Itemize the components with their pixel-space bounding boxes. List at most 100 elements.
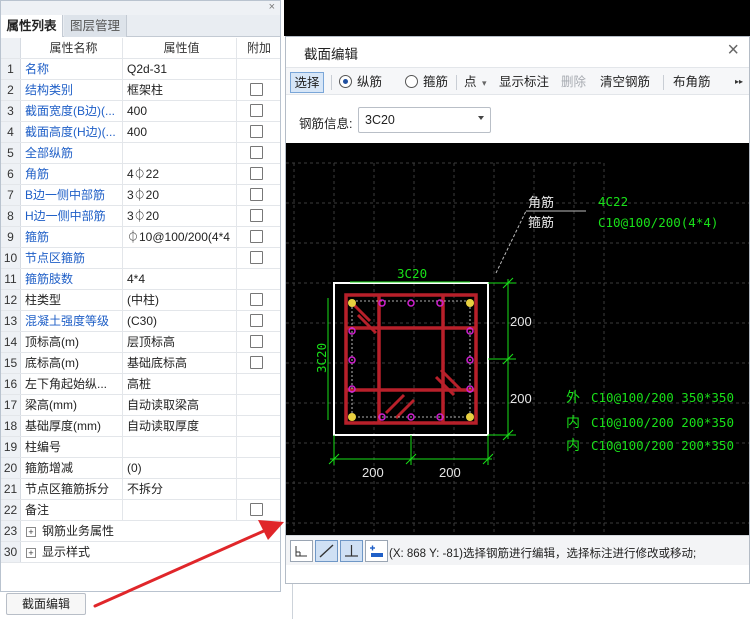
- attach-checkbox[interactable]: [250, 83, 263, 96]
- property-value[interactable]: [124, 437, 237, 457]
- attach-checkbox[interactable]: [250, 146, 263, 159]
- dim-right-top[interactable]: 200: [510, 314, 532, 329]
- attach-checkbox[interactable]: [250, 104, 263, 117]
- property-value[interactable]: 基础底标高: [124, 353, 237, 373]
- property-value[interactable]: [124, 143, 237, 163]
- table-row[interactable]: 22 备注: [1, 500, 280, 521]
- close-icon[interactable]: ×: [727, 39, 739, 61]
- expand-icon[interactable]: +: [26, 547, 36, 558]
- table-row[interactable]: 19 柱编号: [1, 437, 280, 458]
- attach-checkbox[interactable]: [250, 251, 263, 264]
- property-name: 柱编号: [22, 437, 123, 457]
- ortho-toggle[interactable]: [290, 540, 313, 562]
- property-value[interactable]: 层顶标高: [124, 332, 237, 352]
- left-rebar-label[interactable]: 3C20: [314, 343, 329, 373]
- property-value[interactable]: 自动读取梁高: [124, 395, 237, 415]
- table-row[interactable]: 7 B边一侧中部筋 3⏀20: [1, 185, 280, 206]
- table-row[interactable]: 10 节点区箍筋: [1, 248, 280, 269]
- property-value[interactable]: 不拆分: [124, 479, 237, 499]
- dim-bottom-right[interactable]: 200: [439, 465, 461, 480]
- property-value[interactable]: [124, 248, 237, 268]
- attach-checkbox[interactable]: [250, 188, 263, 201]
- dim-right-bottom[interactable]: 200: [510, 391, 532, 406]
- table-row[interactable]: 9 箍筋 ⏀10@100/200(4*4: [1, 227, 280, 248]
- table-row[interactable]: 11 箍筋肢数 4*4: [1, 269, 280, 290]
- delete-button[interactable]: 删除: [561, 72, 586, 93]
- polar-toggle[interactable]: [315, 540, 338, 562]
- attach-checkbox[interactable]: [250, 209, 263, 222]
- cover-line: [351, 300, 471, 418]
- point-dropdown[interactable]: 点 ▾: [464, 72, 487, 93]
- table-row[interactable]: 18 基础厚度(mm) 自动读取厚度: [1, 416, 280, 437]
- longitudinal-radio[interactable]: 纵筋: [339, 72, 382, 93]
- right-dimension-lines: [488, 277, 516, 441]
- attach-checkbox[interactable]: [250, 503, 263, 516]
- property-value[interactable]: 框架柱: [124, 80, 237, 100]
- inner-stirrup-value-1[interactable]: C10@100/200 200*350: [591, 415, 734, 430]
- property-value[interactable]: 3⏀20: [124, 185, 237, 205]
- table-row[interactable]: 16 左下角起始纵... 高桩: [1, 374, 280, 395]
- section-canvas[interactable]: 角筋 箍筋 4C22 C10@100/200(4*4) 3C20 3C20 20…: [286, 143, 749, 535]
- property-value[interactable]: 自动读取厚度: [124, 416, 237, 436]
- table-row[interactable]: 1 名称 Q2d-31: [1, 59, 280, 80]
- attach-checkbox[interactable]: [250, 293, 263, 306]
- property-value[interactable]: (中柱): [124, 290, 237, 310]
- attach-checkbox[interactable]: [250, 314, 263, 327]
- expand-icon[interactable]: +: [26, 526, 36, 537]
- attach-checkbox[interactable]: [250, 335, 263, 348]
- inner-stirrup-value-2[interactable]: C10@100/200 200*350: [591, 438, 734, 453]
- attach-checkbox[interactable]: [250, 167, 263, 180]
- property-value[interactable]: 4*4: [124, 269, 237, 289]
- more-tools-icon[interactable]: ▸▸: [735, 72, 743, 93]
- attach-cell: [238, 500, 280, 520]
- table-row[interactable]: 17 梁高(mm) 自动读取梁高: [1, 395, 280, 416]
- table-row[interactable]: 23 + 钢筋业务属性: [1, 521, 280, 542]
- section-edit-button[interactable]: 截面编辑: [6, 593, 86, 615]
- table-row[interactable]: 5 全部纵筋: [1, 143, 280, 164]
- property-value[interactable]: ⏀10@100/200(4*4: [124, 227, 237, 247]
- tab-layer-management[interactable]: 图层管理: [64, 15, 127, 37]
- table-row[interactable]: 30 + 显示样式: [1, 542, 280, 563]
- property-value[interactable]: 400: [124, 101, 237, 121]
- top-rebar-label[interactable]: 3C20: [397, 266, 427, 281]
- show-labels-button[interactable]: 显示标注: [499, 72, 549, 93]
- stirrup-radio[interactable]: 箍筋: [405, 72, 448, 93]
- table-row[interactable]: 3 截面宽度(B边)(... 400: [1, 101, 280, 122]
- property-value[interactable]: (0): [124, 458, 237, 478]
- corner-rebar-value[interactable]: 4C22: [598, 194, 628, 209]
- offset-toggle[interactable]: [365, 540, 388, 562]
- attach-cell: [238, 164, 280, 184]
- property-value[interactable]: 高桩: [124, 374, 237, 394]
- property-value[interactable]: Q2d-31: [124, 59, 237, 79]
- property-value[interactable]: (C30): [124, 311, 237, 331]
- stirrup-callout-value[interactable]: C10@100/200(4*4): [598, 215, 718, 230]
- property-value[interactable]: 3⏀20: [124, 206, 237, 226]
- table-row[interactable]: 4 截面高度(H边)(... 400: [1, 122, 280, 143]
- place-corner-rebar-button[interactable]: 布角筋: [673, 72, 711, 93]
- select-button[interactable]: 选择: [290, 72, 324, 93]
- table-row[interactable]: 6 角筋 4⏀22: [1, 164, 280, 185]
- table-row[interactable]: 20 箍筋增减 (0): [1, 458, 280, 479]
- outer-stirrup-value[interactable]: C10@100/200 350*350: [591, 390, 734, 405]
- table-row[interactable]: 13 混凝土强度等级 (C30): [1, 311, 280, 332]
- property-value[interactable]: [124, 500, 237, 520]
- stirrup-rebars[interactable]: [344, 293, 478, 425]
- diagonal-line-icon: [319, 544, 334, 558]
- table-row[interactable]: 12 柱类型 (中柱): [1, 290, 280, 311]
- rebar-info-select[interactable]: 3C20: [358, 107, 491, 133]
- attach-checkbox[interactable]: [250, 125, 263, 138]
- attach-checkbox[interactable]: [250, 230, 263, 243]
- attach-checkbox[interactable]: [250, 356, 263, 369]
- tab-property-list[interactable]: 属性列表: [1, 15, 63, 37]
- close-icon[interactable]: ×: [269, 1, 275, 14]
- table-row[interactable]: 15 底标高(m) 基础底标高: [1, 353, 280, 374]
- table-row[interactable]: 2 结构类别 框架柱: [1, 80, 280, 101]
- table-row[interactable]: 14 顶标高(m) 层顶标高: [1, 332, 280, 353]
- property-value[interactable]: 400: [124, 122, 237, 142]
- dim-bottom-left[interactable]: 200: [362, 465, 384, 480]
- table-row[interactable]: 8 H边一侧中部筋 3⏀20: [1, 206, 280, 227]
- perpendicular-toggle[interactable]: [340, 540, 363, 562]
- property-value[interactable]: 4⏀22: [124, 164, 237, 184]
- clear-rebar-button[interactable]: 清空钢筋: [600, 72, 650, 93]
- table-row[interactable]: 21 节点区箍筋拆分 不拆分: [1, 479, 280, 500]
